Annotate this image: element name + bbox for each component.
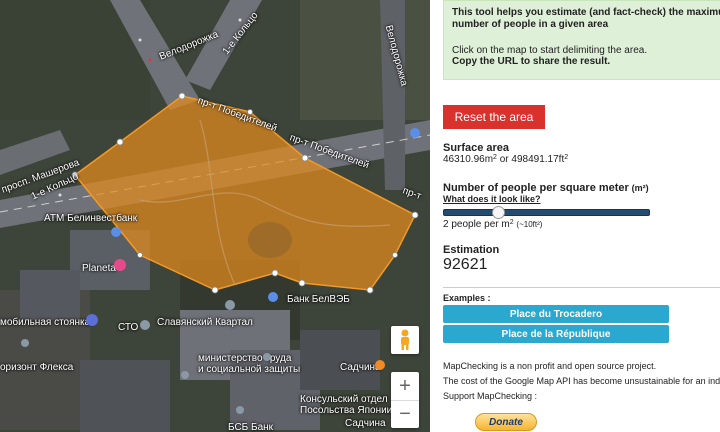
map-label-sadchina: Садчина — [345, 418, 386, 429]
street-view-pegman[interactable] — [391, 326, 419, 354]
polygon-vertex[interactable] — [137, 252, 143, 258]
intro-box: This tool helps you estimate (and fact-c… — [443, 0, 720, 80]
map-label-slavyansky: Славянский Квартал — [157, 317, 253, 328]
map-label-bsb-bank: БСБ Банк — [228, 422, 274, 432]
density-title: Number of people per square meter — [443, 182, 629, 194]
intro-share: Copy the URL to share the result. — [452, 56, 611, 67]
zoom-control: + − — [391, 372, 419, 428]
surface-m2: 46310.96m — [443, 154, 494, 165]
side-panel: This tool helps you estimate (and fact-c… — [430, 0, 720, 432]
surface-ft2: 498491.17ft — [511, 154, 565, 165]
map-label-consulate: Посольства Японии — [300, 405, 393, 416]
footer-nonprofit: MapChecking is a non profit and open sou… — [443, 361, 657, 371]
footer-cost: The cost of the Google Map API has becom… — [443, 376, 720, 386]
intro-instruction: Click on the map to start delimiting the… — [452, 45, 648, 56]
estimation-section: Estimation 92621 — [443, 244, 499, 274]
what-does-it-look-like-link[interactable]: What does it look like? — [443, 194, 541, 204]
density-unit: (m²) — [631, 183, 649, 193]
footer-support: Support MapChecking : — [443, 391, 538, 401]
donate-button[interactable]: Donate — [475, 413, 537, 431]
surface-title: Surface area — [443, 142, 510, 154]
selected-area-polygon[interactable] — [73, 95, 417, 291]
density-readout: 2 people per m2 (~10ft²) — [443, 219, 543, 230]
polygon-vertex[interactable] — [301, 154, 309, 162]
map-label-fleksa: оризонт Флекса — [0, 362, 74, 373]
map-label-ministry: и социальной защиты — [198, 364, 301, 375]
reset-area-button[interactable]: Reset the area — [443, 105, 545, 129]
examples-title: Examples : — [443, 293, 491, 303]
polygon-vertex[interactable] — [178, 92, 186, 100]
pegman-icon — [401, 329, 409, 350]
example-republique-button[interactable]: Place de la République — [443, 325, 669, 343]
density-section: Number of people per square meter (m²) W… — [443, 182, 649, 205]
polygon-vertex[interactable] — [298, 279, 306, 287]
map-label-bank-belveb: Банк БелВЭБ — [287, 294, 350, 305]
polygon-vertex[interactable] — [211, 286, 219, 294]
example-trocadero-button[interactable]: Place du Trocadero — [443, 305, 669, 323]
zoom-in-button[interactable]: + — [391, 372, 419, 400]
map-label-planeta: Planeta — [82, 263, 116, 274]
map-label-sadchina: Садчина — [340, 362, 381, 373]
estimation-title: Estimation — [443, 244, 500, 256]
polygon-vertex[interactable] — [116, 138, 124, 146]
map-label-atm: ATM Белинвестбанк — [44, 213, 138, 224]
map-label-consulate: Консульский отдел — [300, 394, 388, 405]
divider — [443, 287, 720, 288]
intro-title: This tool helps you estimate (and fact-c… — [452, 7, 720, 30]
density-slider[interactable] — [443, 206, 650, 219]
zoom-out-button[interactable]: − — [391, 400, 419, 428]
density-text: 2 people per m — [443, 219, 510, 230]
map[interactable]: Велодорожка 1-е Кольцо Велодорожка пр-т … — [0, 0, 430, 432]
density-approx: (~10ft²) — [516, 220, 543, 229]
surface-sep: or — [496, 154, 512, 165]
polygon-vertex[interactable] — [366, 286, 374, 294]
estimation-value: 92621 — [443, 256, 488, 273]
polygon-vertex[interactable] — [392, 252, 398, 258]
map-label-ministry: министерство труда — [198, 353, 292, 364]
map-label-sto: СТО — [118, 322, 139, 333]
density-slider-handle[interactable] — [492, 206, 505, 219]
surface-section: Surface area 46310.96m2 or 498491.17ft2 — [443, 142, 569, 165]
polygon-vertex[interactable] — [411, 211, 419, 219]
polygon-vertex[interactable] — [271, 269, 279, 277]
map-label-parking: мобильная стоянка — [0, 317, 91, 328]
